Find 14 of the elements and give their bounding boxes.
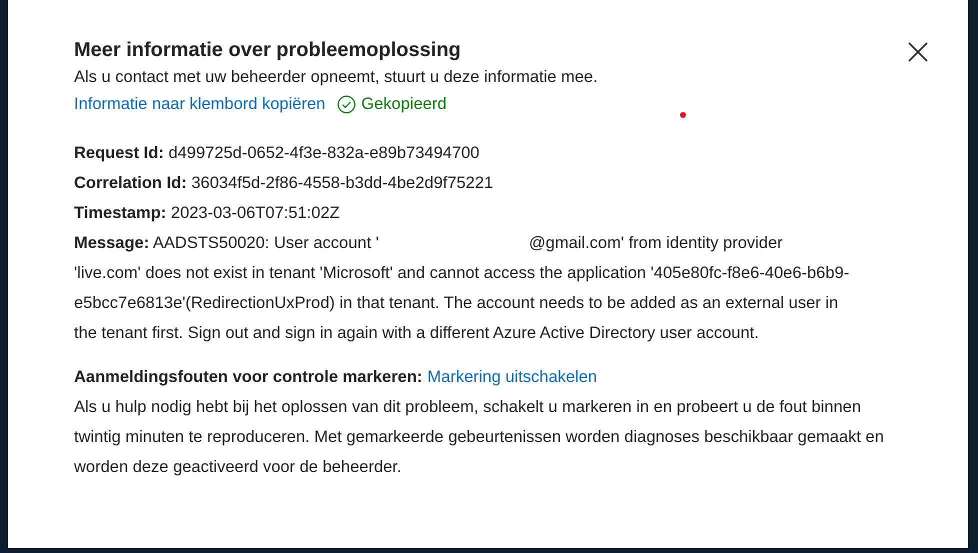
detail-line: Request Id: d499725d-0652-4f3e-832a-e89b73494700 [74,143,480,164]
detail-line: Correlation Id: 36034f5d-2f86-4558-b3dd-4be2d9f75221 [74,173,494,194]
check-circle-icon [337,94,356,114]
detail-line: Timestamp: 2023-03-06T07:51:02Z [74,203,341,224]
copied-status: Gekopieerd [361,94,447,115]
error-message: Message: AADSTS50020: User account ' @gmail.com' from identity provider 'live.com' does not exist in tenant 'Microsoft' and cannot access the application '405e80fc-f8e6-40e6-b6b9-e5bcc7e6813e'(RedirectionUxProd) in that tenant. The account needs to be added as an external user in the tenant first. Sign out and sign in again with a different Azure Active Directory user account. [74,233,850,344]
subtitle: Als u contact met uw beheerder opneemt, stuurt u deze informatie mee. [74,67,599,88]
dialog-title: Meer informatie over probleemoplossing [74,38,462,63]
copy-link[interactable]: Informatie naar klembord kopiëren [74,90,326,118]
close-icon [908,42,928,62]
dot [680,112,686,118]
flagging-label: Aanmeldingsfouten voor controle markeren: [74,367,422,388]
flagging-description: Als u hulp nodig hebt bij het oplossen van dit probleem, schakelt u markeren in en probeert u de fout binnen twintig minuten te reproduceren. Met gemarkeerde gebeurtenissen worden diagnoses beschikbaar gemaakt en worden deze geactiveerd voor de beheerder. [74,397,885,478]
disable-flagging-link[interactable]: Markering uitschakelen [427,362,598,392]
